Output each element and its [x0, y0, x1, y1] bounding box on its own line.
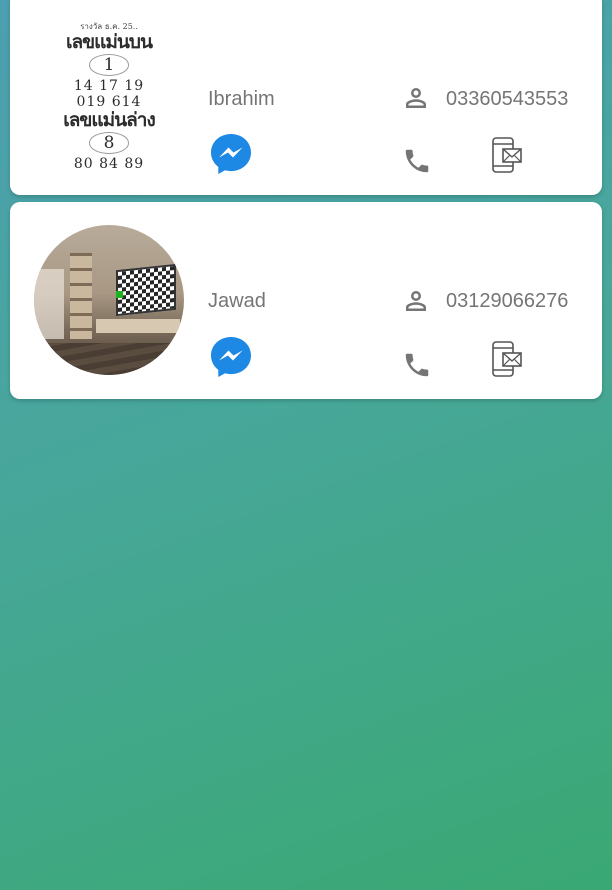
room-cabinet: [96, 319, 180, 333]
ticket-heading-top: เลขแม่นบน: [66, 31, 153, 53]
messenger-icon[interactable]: [208, 334, 254, 380]
contact-card[interactable]: Jawad 03129066276: [10, 202, 602, 399]
ticket-row-3: 80 84 89: [73, 156, 145, 172]
room-floor: [34, 343, 184, 375]
ticket-heading-bottom: เลขแม่นล่าง: [63, 109, 155, 131]
room-window: [34, 269, 64, 339]
contact-avatar[interactable]: [34, 225, 184, 375]
messenger-icon[interactable]: [208, 131, 254, 177]
room-shelf: [70, 253, 92, 339]
ticket-row-1: 14 17 19: [73, 78, 145, 94]
contact-card[interactable]: รางวัล ธ.ค. 25.. เลขแม่นบน 1 14 17 19 01…: [10, 0, 602, 195]
phone-icon[interactable]: [402, 350, 432, 380]
person-icon: [401, 83, 431, 113]
contact-avatar[interactable]: รางวัล ธ.ค. 25.. เลขแม่นบน 1 14 17 19 01…: [34, 22, 184, 172]
contact-name: Ibrahim: [208, 88, 275, 110]
ticket-row-2: 019 614: [76, 94, 142, 110]
person-icon: [401, 286, 431, 316]
sms-icon[interactable]: [491, 340, 523, 378]
phone-icon[interactable]: [402, 146, 432, 176]
contact-phone-number: 03360543553: [446, 88, 569, 110]
ticket-big-number-top: 1: [88, 54, 130, 76]
ticket-big-number-bottom: 8: [88, 132, 130, 154]
contact-phone-number: 03129066276: [446, 290, 569, 312]
contact-name: Jawad: [208, 290, 266, 312]
room-green-object: [116, 291, 123, 298]
sms-icon[interactable]: [491, 136, 523, 174]
room-tv: [116, 263, 176, 317]
